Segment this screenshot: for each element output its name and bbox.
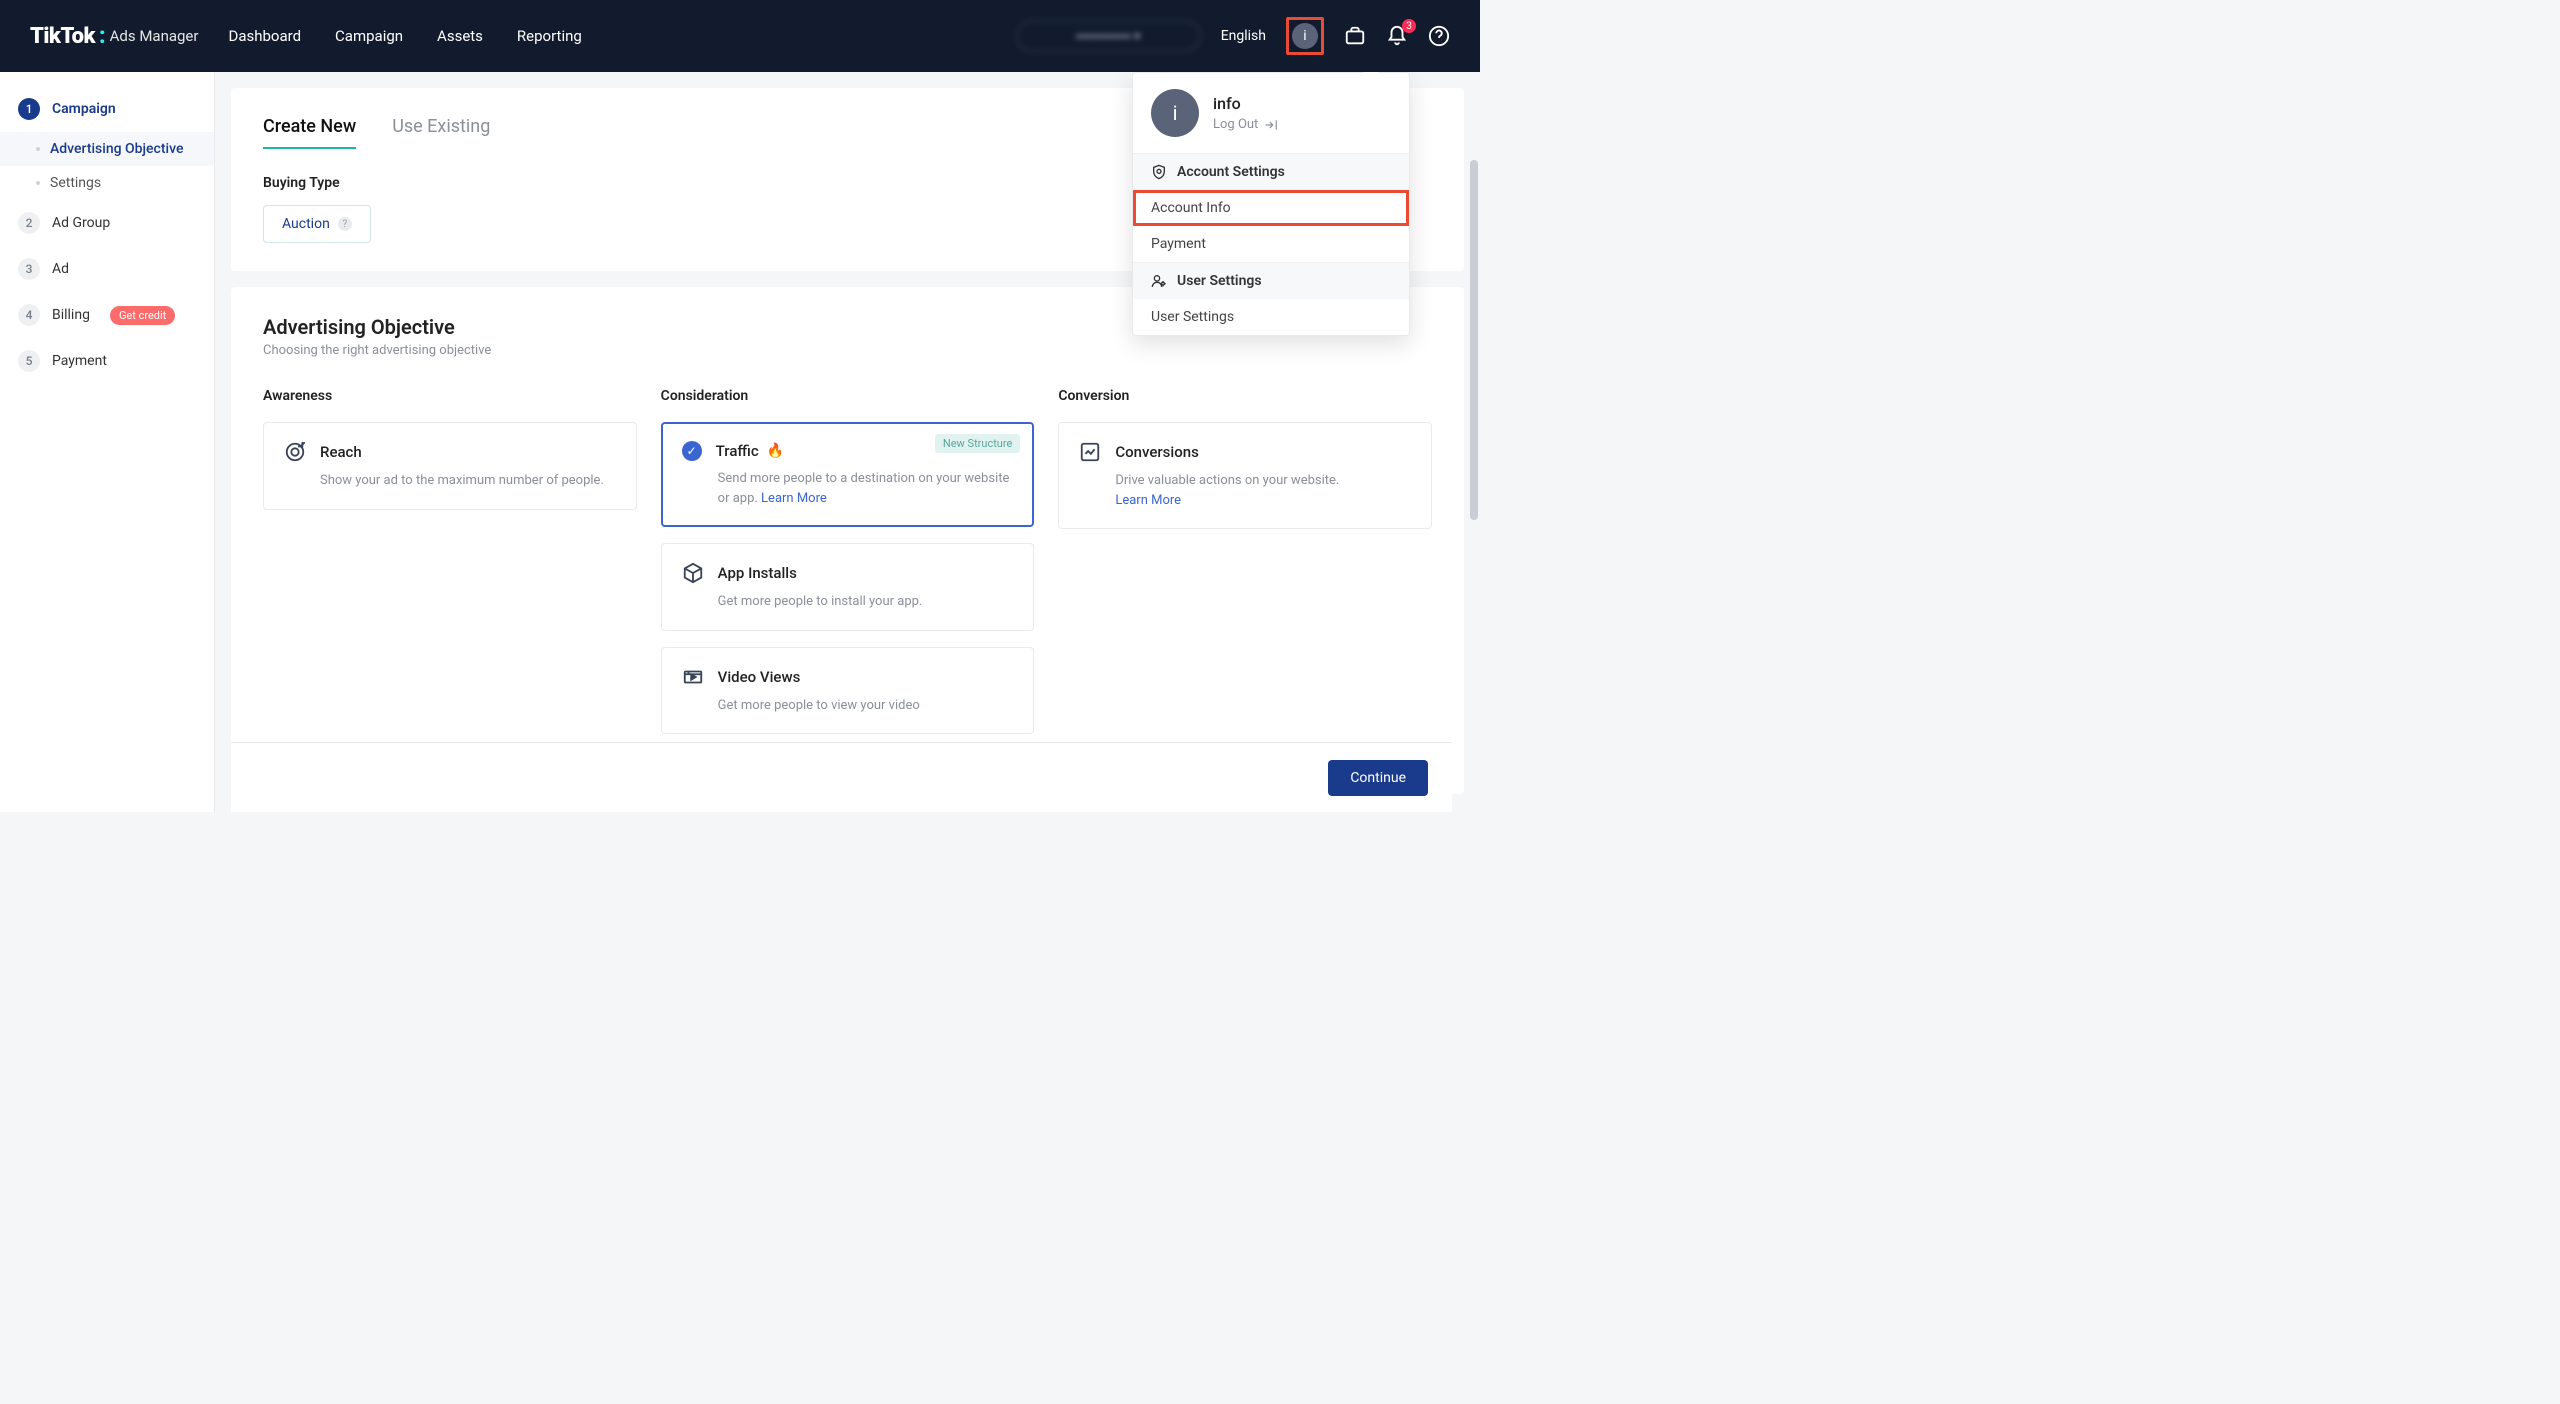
footer-bar: Continue [231, 742, 1452, 812]
nav-assets[interactable]: Assets [437, 27, 483, 45]
reach-title: Reach [320, 443, 362, 461]
shield-gear-icon [1151, 164, 1167, 180]
step-num-4: 4 [18, 304, 40, 326]
main-content: Create New Use Existing Buying Type Auct… [215, 72, 1480, 812]
check-icon: ✓ [682, 441, 702, 461]
card-reach[interactable]: Reach Show your ad to the maximum number… [263, 422, 637, 510]
auction-button[interactable]: Auction ? [263, 205, 371, 243]
sidebar-item-payment[interactable]: 5 Payment [0, 338, 214, 384]
get-credit-badge: Get credit [110, 306, 175, 325]
nav-reporting[interactable]: Reporting [517, 27, 582, 45]
bell-icon[interactable]: 3 [1386, 25, 1408, 47]
cube-icon [682, 562, 704, 584]
col-head-conversion: Conversion [1058, 388, 1432, 404]
nav-right: ▪▪▪▪▪▪▪▪▪▪▪▪▪ ▾ English i 3 [1016, 17, 1450, 55]
user-gear-icon [1151, 273, 1167, 289]
language-selector[interactable]: English [1221, 28, 1266, 44]
continue-button[interactable]: Continue [1328, 760, 1428, 796]
objective-card: Advertising Objective Choosing the right… [231, 287, 1464, 794]
step-num-5: 5 [18, 350, 40, 372]
tab-create-new[interactable]: Create New [263, 116, 356, 149]
logout-icon [1264, 118, 1278, 132]
menu-account-info[interactable]: Account Info [1133, 190, 1409, 226]
sidebar-item-campaign[interactable]: 1 Campaign [0, 86, 214, 132]
video-title: Video Views [718, 668, 801, 686]
brand-sub: Ads Manager [110, 27, 199, 45]
bell-badge: 3 [1402, 19, 1416, 33]
video-desc: Get more people to view your video [718, 696, 1014, 716]
col-conversion: Conversion Conversions Drive valuable ac… [1058, 388, 1432, 734]
flame-icon: 🔥 [767, 443, 784, 459]
objective-columns: Awareness Reach Show your ad to the maxi… [263, 388, 1432, 734]
col-head-awareness: Awareness [263, 388, 637, 404]
sidebar-sub-objective[interactable]: Advertising Objective [0, 132, 214, 166]
traffic-learn-more[interactable]: Learn More [761, 491, 827, 506]
conv-desc: Drive valuable actions on your website. [1115, 473, 1339, 488]
nav-links: Dashboard Campaign Assets Reporting [228, 27, 581, 45]
menu-user-settings-head: User Settings [1133, 263, 1409, 299]
new-structure-tag: New Structure [935, 434, 1020, 453]
sidebar-item-billing[interactable]: 4 Billing Get credit [0, 292, 214, 338]
scrollbar-track[interactable] [1468, 160, 1480, 812]
nav-campaign[interactable]: Campaign [335, 27, 403, 45]
traffic-title: Traffic [716, 442, 759, 460]
chart-icon [1079, 441, 1101, 463]
account-selector-pill[interactable]: ▪▪▪▪▪▪▪▪▪▪▪▪▪ ▾ [1016, 21, 1201, 51]
tab-use-existing[interactable]: Use Existing [392, 116, 490, 149]
card-app-installs[interactable]: App Installs Get more people to install … [661, 543, 1035, 631]
sidebar-item-ad[interactable]: 3 Ad [0, 246, 214, 292]
app-desc: Get more people to install your app. [718, 592, 1014, 612]
brand-tiktok-word: TikTok [30, 24, 95, 49]
brand-logo[interactable]: TikTok: Ads Manager [30, 24, 198, 49]
reach-desc: Show your ad to the maximum number of pe… [320, 471, 616, 491]
menu-username: info [1213, 94, 1278, 113]
menu-header: i info Log Out [1133, 73, 1409, 153]
menu-user-settings[interactable]: User Settings [1133, 299, 1409, 335]
card-traffic[interactable]: New Structure ✓ Traffic 🔥 Send more peop… [661, 422, 1035, 527]
sidebar-sub-settings[interactable]: Settings [0, 166, 214, 200]
account-dropdown-menu: i info Log Out Account Settings Acco [1132, 72, 1410, 336]
card-conversions[interactable]: Conversions Drive valuable actions on yo… [1058, 422, 1432, 529]
card-video-views[interactable]: Video Views Get more people to view your… [661, 647, 1035, 735]
col-awareness: Awareness Reach Show your ad to the maxi… [263, 388, 637, 734]
sidebar: 1 Campaign Advertising Objective Setting… [0, 72, 215, 812]
top-nav: TikTok: Ads Manager Dashboard Campaign A… [0, 0, 1480, 72]
objective-subtitle: Choosing the right advertising objective [263, 343, 1432, 358]
menu-avatar: i [1151, 89, 1199, 137]
step-num-2: 2 [18, 212, 40, 234]
question-icon: ? [338, 217, 352, 231]
step-num-3: 3 [18, 258, 40, 280]
logout-link[interactable]: Log Out [1213, 117, 1278, 132]
conv-title: Conversions [1115, 443, 1198, 461]
target-icon [284, 441, 306, 463]
app-title: App Installs [718, 564, 797, 582]
step-num-1: 1 [18, 98, 40, 120]
avatar-button[interactable]: i [1292, 23, 1318, 49]
scrollbar-thumb[interactable] [1470, 160, 1478, 520]
sidebar-label-campaign: Campaign [52, 101, 116, 117]
sidebar-item-adgroup[interactable]: 2 Ad Group [0, 200, 214, 246]
menu-account-settings-head: Account Settings [1133, 154, 1409, 190]
help-icon[interactable] [1428, 25, 1450, 47]
col-head-consideration: Consideration [661, 388, 1035, 404]
avatar-highlight-box: i [1286, 17, 1324, 55]
col-consideration: Consideration New Structure ✓ Traffic 🔥 [661, 388, 1035, 734]
briefcase-icon[interactable] [1344, 25, 1366, 47]
nav-dashboard[interactable]: Dashboard [228, 27, 301, 45]
menu-payment[interactable]: Payment [1133, 226, 1409, 262]
brand-colon: : [99, 24, 106, 49]
conv-learn-more[interactable]: Learn More [1115, 493, 1181, 508]
video-icon [682, 666, 704, 688]
